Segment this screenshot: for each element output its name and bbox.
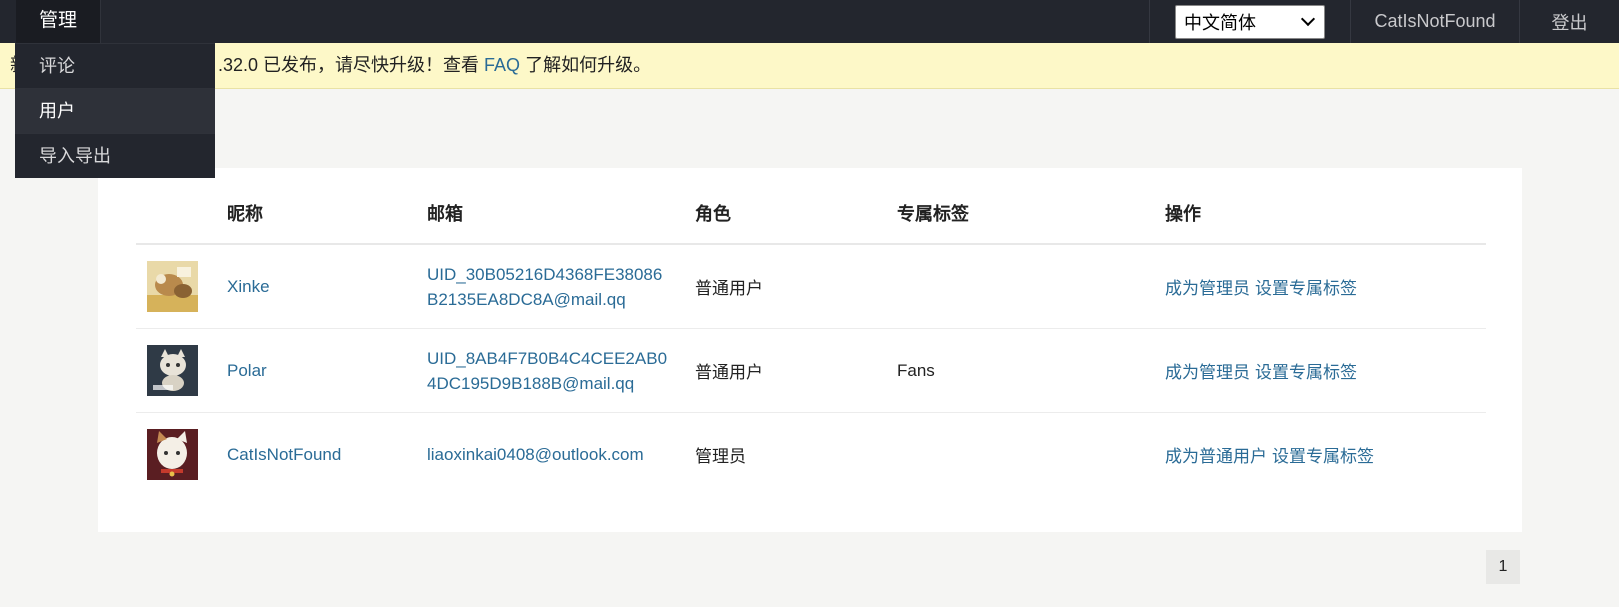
user-actions: 成为普通用户 设置专属标签 [1165, 413, 1486, 497]
menu-item-import-export[interactable]: 导入导出 [15, 133, 215, 178]
notice-text-after: 了解如何升级。 [520, 55, 652, 75]
table-row: Xinke UID_30B05216D4368FE38086B2135EA8DC… [136, 244, 1486, 329]
set-label-button[interactable]: 设置专属标签 [1255, 279, 1357, 298]
update-notice-banner: 新 .32.0 已发布，请尽快升级！查看 FAQ 了解如何升级。 [0, 43, 1619, 89]
user-actions: 成为管理员 设置专属标签 [1165, 244, 1486, 329]
make-admin-button[interactable]: 成为管理员 [1165, 279, 1250, 298]
header-avatar [136, 168, 227, 245]
language-select-value: 中文简体 [1184, 12, 1256, 33]
manage-dropdown-menu: 评论 用户 导入导出 [15, 43, 215, 178]
user-email-link[interactable]: liaoxinkai0408@outlook.com [427, 442, 687, 467]
user-role: 普通用户 [695, 328, 897, 413]
header-role: 角色 [695, 168, 897, 245]
user-role: 管理员 [695, 447, 746, 466]
user-role: 普通用户 [695, 244, 897, 329]
language-cell: 中文简体 [1149, 0, 1350, 43]
header-nickname: 昵称 [227, 168, 427, 245]
nav-username-link[interactable]: CatIsNotFound [1350, 0, 1519, 43]
user-avatar [147, 429, 198, 480]
user-label [897, 413, 1165, 497]
nav-logout-link[interactable]: 登出 [1519, 0, 1619, 43]
faq-link[interactable]: FAQ [484, 55, 520, 75]
header-email: 邮箱 [427, 168, 695, 245]
pagination-page-button[interactable]: 1 [1486, 550, 1520, 584]
table-row: CatIsNotFound liaoxinkai0408@outlook.com… [136, 413, 1486, 497]
menu-item-comments[interactable]: 评论 [15, 43, 215, 88]
nav-manage-menu[interactable]: 管理 [16, 0, 101, 43]
menu-item-users[interactable]: 用户 [15, 88, 215, 133]
header-actions: 操作 [1165, 168, 1486, 245]
chevron-down-icon [1300, 11, 1316, 27]
users-table: 昵称 邮箱 角色 专属标签 操作 Xinke UID_30B05216D4368… [136, 168, 1486, 496]
table-row: Polar UID_8AB4F7B0B4C4CEE2AB04DC195D9B18… [136, 328, 1486, 413]
user-avatar [147, 261, 198, 312]
user-name-link[interactable]: Polar [227, 361, 267, 380]
set-label-button[interactable]: 设置专属标签 [1255, 363, 1357, 382]
user-actions: 成为管理员 设置专属标签 [1165, 328, 1486, 413]
make-user-button[interactable]: 成为普通用户 [1165, 447, 1267, 466]
user-name-link[interactable]: CatIsNotFound [227, 445, 341, 464]
top-navbar: 管理 中文简体 CatIsNotFound 登出 [0, 0, 1619, 43]
user-avatar [147, 345, 198, 396]
table-header-row: 昵称 邮箱 角色 专属标签 操作 [136, 168, 1486, 245]
language-select[interactable]: 中文简体 [1175, 4, 1325, 39]
user-label: Fans [897, 328, 1165, 413]
user-name-link[interactable]: Xinke [227, 277, 270, 296]
user-email-link[interactable]: UID_30B05216D4368FE38086B2135EA8DC8A@mai… [427, 262, 672, 312]
notice-text-before: .32.0 已发布，请尽快升级！查看 [218, 55, 485, 75]
nav-right-group: 中文简体 CatIsNotFound 登出 [1149, 0, 1619, 43]
users-card: 昵称 邮箱 角色 专属标签 操作 Xinke UID_30B05216D4368… [98, 168, 1522, 532]
set-label-button[interactable]: 设置专属标签 [1272, 447, 1374, 466]
user-label [897, 244, 1165, 329]
header-label: 专属标签 [897, 168, 1165, 245]
user-email-link[interactable]: UID_8AB4F7B0B4C4CEE2AB04DC195D9B188B@mai… [427, 346, 672, 396]
make-admin-button[interactable]: 成为管理员 [1165, 363, 1250, 382]
